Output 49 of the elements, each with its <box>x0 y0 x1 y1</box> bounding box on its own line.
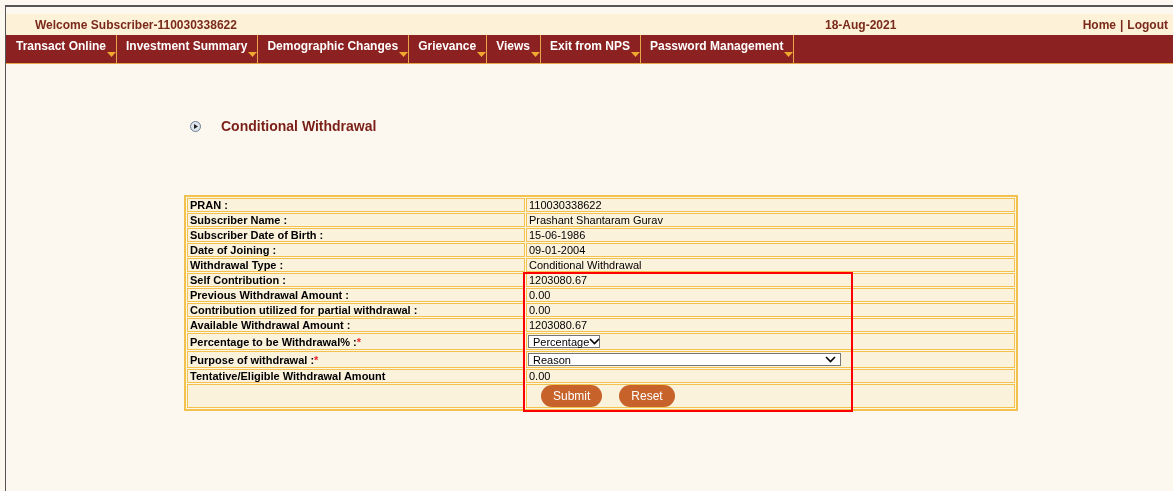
menu-item[interactable]: Password Management <box>641 35 795 63</box>
field-label: Self Contribution : <box>187 273 525 287</box>
field-value: 1203080.67 <box>526 318 1015 332</box>
header-link[interactable]: Logout <box>1127 15 1168 34</box>
dropdown-caret-icon <box>631 52 640 57</box>
welcome-text: Welcome Subscriber-110030338622 <box>35 16 238 34</box>
dropdown-caret-icon <box>784 52 794 57</box>
page-title: Conditional Withdrawal <box>221 117 377 136</box>
header-link[interactable]: Home <box>1082 15 1116 34</box>
dropdown-caret-icon <box>531 52 540 57</box>
field-value: 15-06-1986 <box>526 228 1015 242</box>
field-value: Conditional Withdrawal <box>526 258 1015 272</box>
chevron-down-icon <box>825 356 836 363</box>
field-value: 0.00 <box>526 369 1015 383</box>
field-value: 0.00 <box>526 303 1015 317</box>
menu-item[interactable]: Investment Summary <box>117 35 259 63</box>
dropdown-field[interactable]: Reason <box>528 353 841 366</box>
field-label: Subscriber Date of Birth : <box>187 228 525 242</box>
date-text: 18-Aug-2021 <box>825 16 898 34</box>
play-bullet-icon <box>190 121 201 132</box>
dropdown-caret-icon <box>399 52 409 57</box>
menu-item[interactable]: Transact Online <box>7 35 118 63</box>
chevron-down-icon <box>589 338 601 345</box>
field-label: Withdrawal Type : <box>187 258 525 272</box>
field-value: 09-01-2004 <box>526 243 1015 257</box>
form-button[interactable]: Reset <box>619 385 675 407</box>
form-button[interactable]: Submit <box>541 385 603 407</box>
field-label: Date of Joining : <box>187 243 525 257</box>
field-label: Subscriber Name : <box>187 213 525 227</box>
menu-item[interactable]: Demographic Changes <box>258 35 410 63</box>
dropdown-caret-icon <box>477 52 487 57</box>
field-label: Percentage to be Withdrawal% :* <box>187 333 525 350</box>
field-value: Prashant Shantaram Gurav <box>526 213 1015 227</box>
field-label: Contribution utilized for partial withdrawal : <box>187 303 525 317</box>
field-label: Available Withdrawal Amount : <box>187 318 525 332</box>
menu-item[interactable]: Exit from NPS <box>541 35 641 63</box>
field-label: Tentative/Eligible Withdrawal Amount <box>187 369 525 383</box>
menu-item[interactable]: Views <box>487 35 541 63</box>
dropdown-caret-icon <box>107 52 117 57</box>
menu-item[interactable]: Grievance <box>409 35 488 63</box>
dropdown-caret-icon <box>248 52 258 57</box>
dropdown-field[interactable]: Percentage <box>528 335 600 348</box>
field-label: Previous Withdrawal Amount : <box>187 288 525 302</box>
field-value: 0.00 <box>526 288 1015 302</box>
field-value: 1203080.67 <box>526 273 1015 287</box>
link-separator: | <box>1120 16 1124 34</box>
field-value: 110030338622 <box>526 198 1015 212</box>
field-label: PRAN : <box>187 198 525 212</box>
field-label: Purpose of withdrawal :* <box>187 351 525 368</box>
